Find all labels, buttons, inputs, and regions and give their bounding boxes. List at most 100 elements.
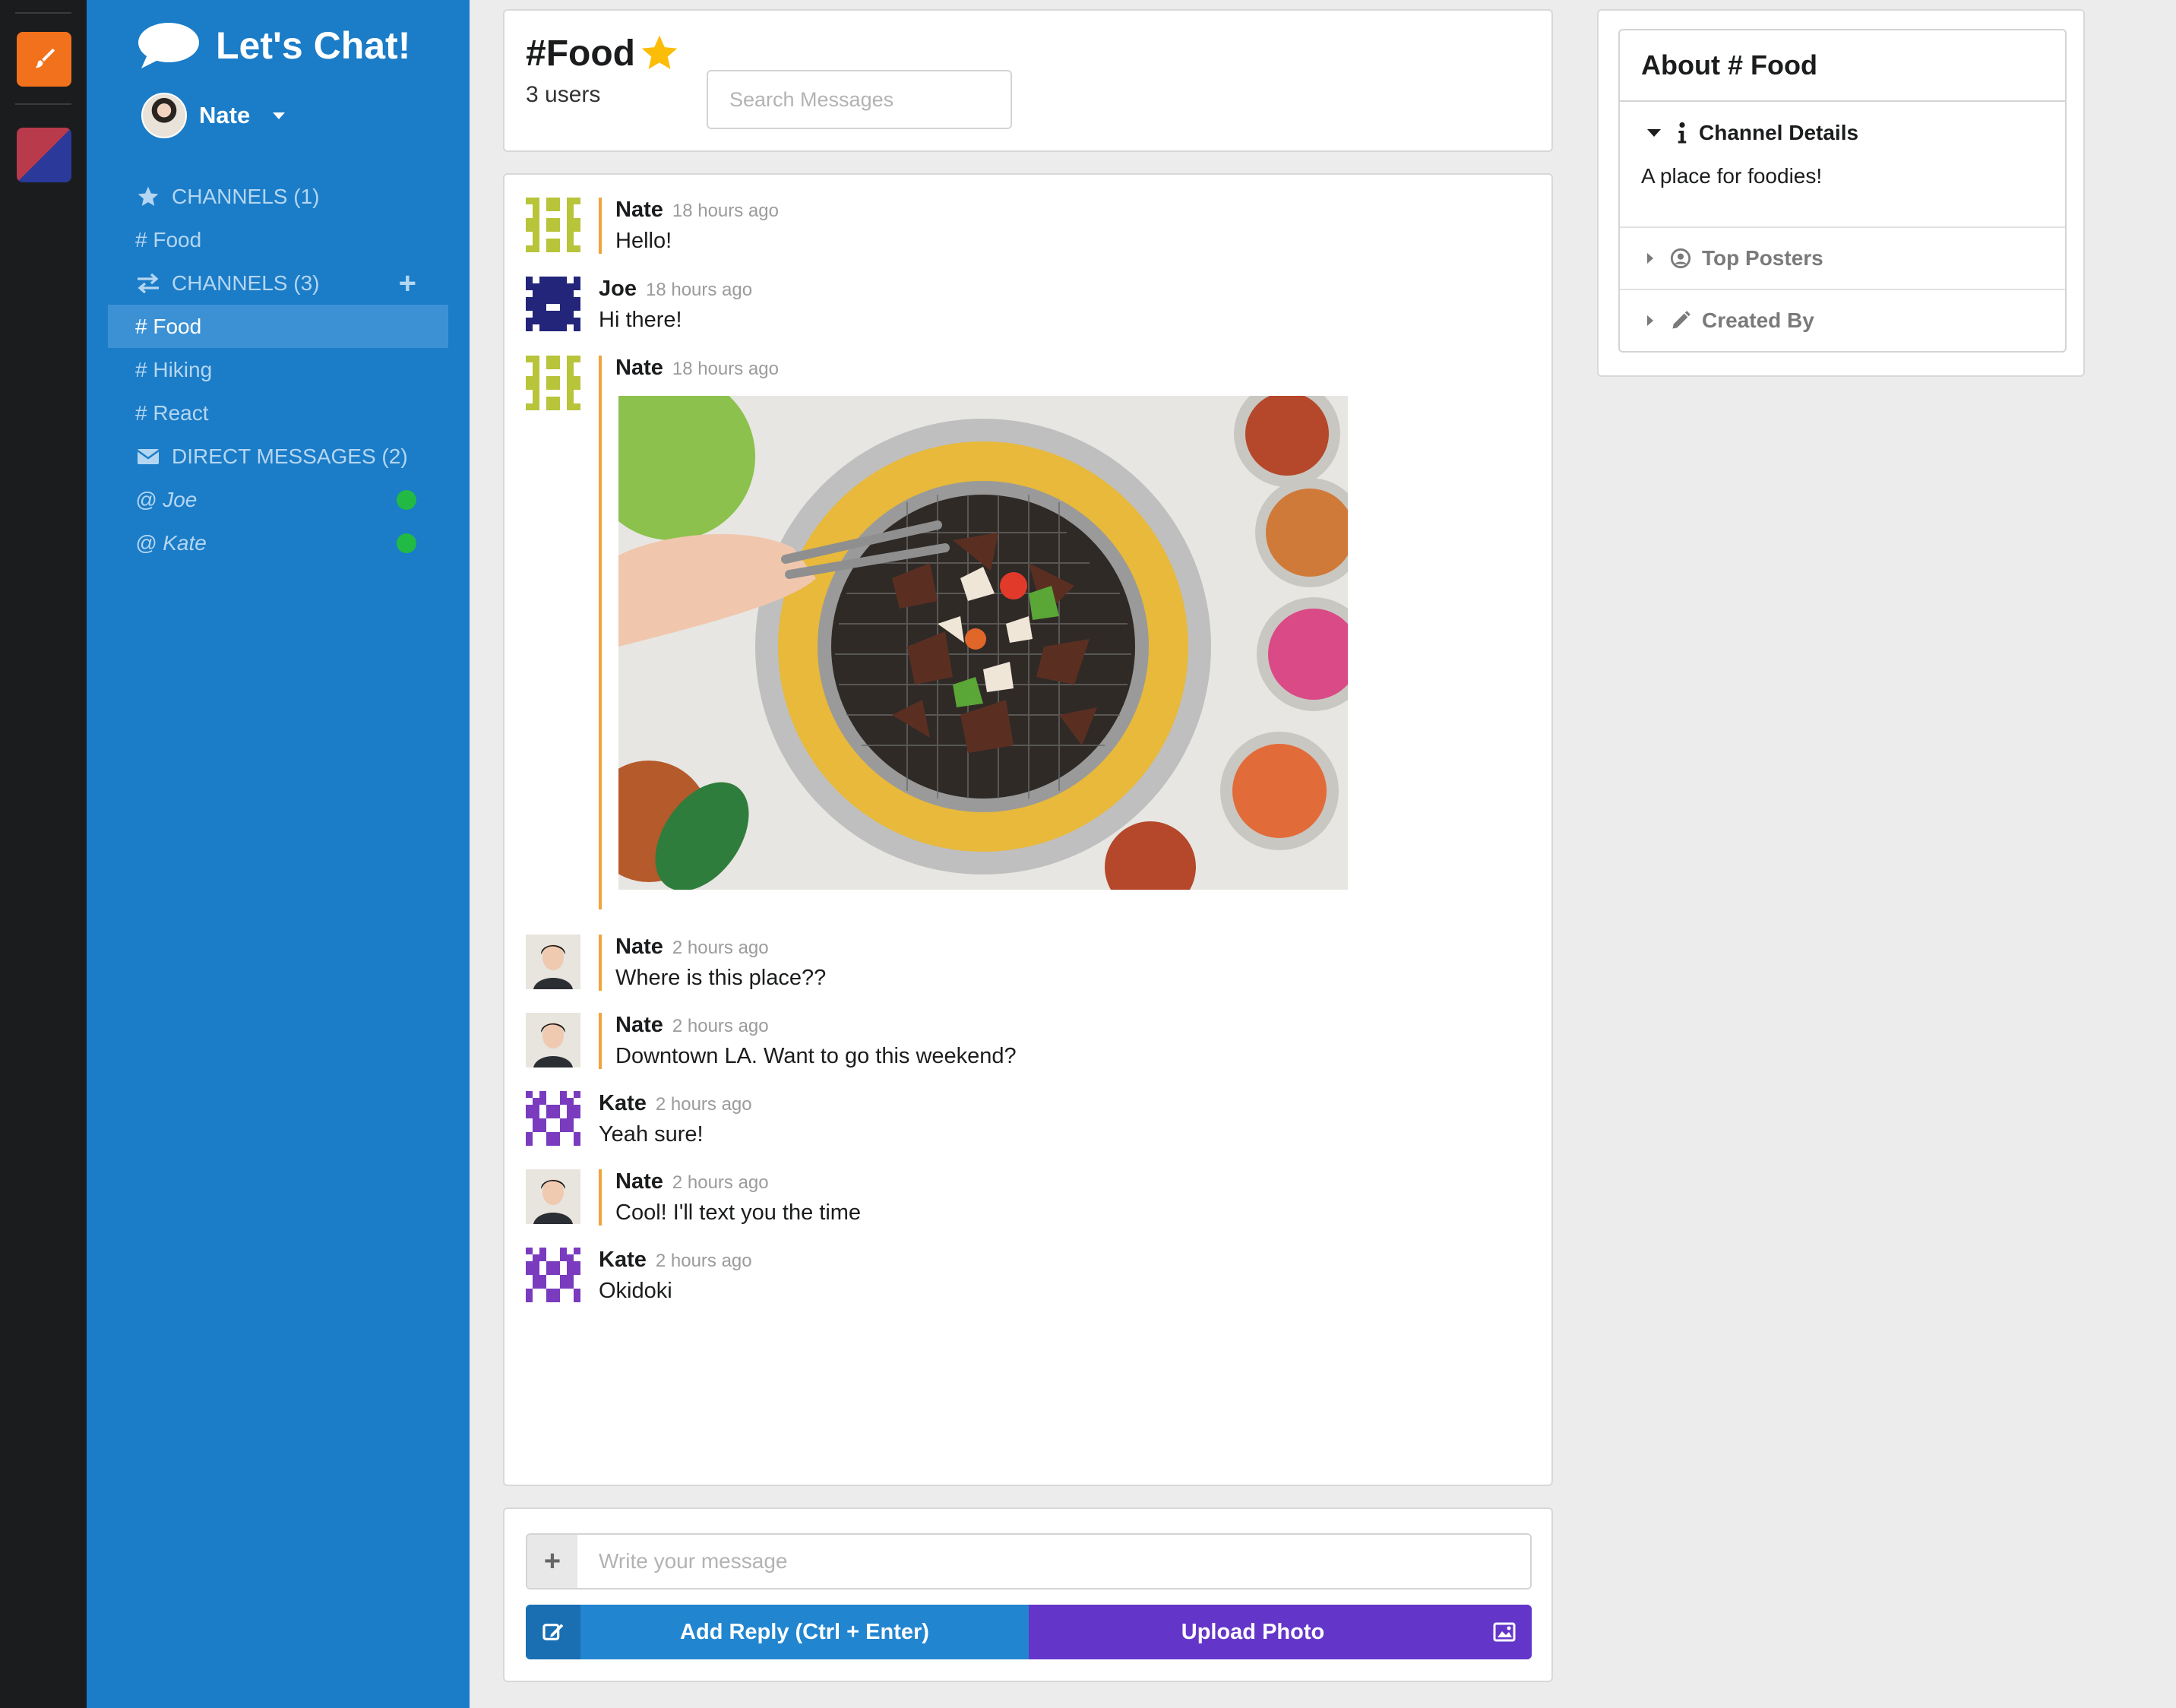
message-author[interactable]: Nate	[615, 198, 663, 223]
message-author[interactable]: Kate	[599, 1248, 647, 1273]
team-switcher-paintbrush[interactable]	[17, 32, 71, 87]
starred-channels-header[interactable]: CHANNELS (1)	[108, 175, 448, 218]
sidebar: Let's Chat! Nate CHANNELS (1) # Food CHA…	[87, 0, 470, 1708]
message-item: Nate 2 hours ago Downtown LA. Want to go…	[526, 1013, 1017, 1069]
channel-header: #Food 3 users	[503, 9, 1553, 152]
channel-details-label: Channel Details	[1699, 121, 1859, 144]
message-body: Nate 2 hours ago Downtown LA. Want to go…	[599, 1013, 1017, 1069]
brand-name: Let's Chat!	[216, 24, 411, 67]
message-body: Nate 2 hours ago Where is this place??	[599, 935, 826, 991]
add-reply-button[interactable]: Add Reply (Ctrl + Enter)	[526, 1605, 1029, 1659]
caret-right-icon	[1647, 253, 1653, 264]
message-time: 2 hours ago	[672, 1016, 769, 1036]
caret-right-icon	[1647, 315, 1653, 326]
channel-title: #Food	[526, 32, 681, 74]
sidebar-item-starred-food[interactable]: # Food	[108, 218, 448, 261]
message-time: 2 hours ago	[655, 1094, 752, 1115]
app-brand: Let's Chat!	[137, 21, 410, 70]
add-reply-label: Add Reply (Ctrl + Enter)	[680, 1619, 929, 1644]
search-input[interactable]	[729, 87, 998, 112]
message-composer: + Add Reply (Ctrl + Enter) Upload Photo	[503, 1507, 1553, 1682]
direct-messages-header[interactable]: DIRECT MESSAGES (2)	[108, 435, 448, 478]
star-icon	[135, 184, 161, 210]
message-text: Downtown LA. Want to go this weekend?	[615, 1044, 1017, 1068]
message-body: Joe 18 hours ago Hi there!	[599, 277, 752, 333]
caret-down-icon	[1647, 129, 1661, 137]
chat-bubble-icon	[138, 23, 199, 68]
chevron-down-icon	[273, 112, 286, 119]
message-body: Kate 2 hours ago Okidoki	[599, 1248, 752, 1304]
message-time: 18 hours ago	[672, 201, 779, 221]
online-status-icon	[397, 489, 416, 510]
sidebar-item-label: # React	[135, 400, 209, 425]
message-author[interactable]: Kate	[599, 1091, 647, 1116]
online-status-icon	[397, 533, 416, 553]
envelope-icon	[135, 444, 161, 470]
top-posters-label: Top Posters	[1702, 246, 1823, 270]
message-text: Okidoki	[599, 1279, 672, 1303]
message-author[interactable]: Nate	[615, 356, 663, 381]
exchange-icon	[135, 270, 161, 296]
channel-name: #Food	[526, 33, 635, 74]
starred-header-label: CHANNELS (1)	[172, 184, 320, 208]
message-body: Kate 2 hours ago Yeah sure!	[599, 1091, 752, 1147]
edit-icon	[526, 1605, 580, 1659]
sidebar-item-dm-joe[interactable]: @ Joe	[108, 478, 448, 521]
attach-plus-button[interactable]: +	[527, 1535, 577, 1588]
avatar	[141, 93, 187, 138]
message-author[interactable]: Nate	[615, 935, 663, 960]
message-time: 2 hours ago	[672, 938, 769, 958]
message-author[interactable]: Joe	[599, 277, 637, 302]
sidebar-nav: CHANNELS (1) # Food CHANNELS (3) + # Foo…	[108, 175, 448, 565]
korean-bbq-grill-photo[interactable]	[618, 396, 1348, 890]
sidebar-item-label: @ Kate	[135, 530, 207, 555]
avatar	[526, 277, 580, 331]
message-item: Kate 2 hours ago Yeah sure!	[526, 1091, 752, 1147]
about-title: About # Food	[1620, 30, 2065, 102]
user-circle-icon	[1670, 248, 1691, 269]
sidebar-item-label: @ Joe	[135, 487, 198, 511]
created-by-toggle[interactable]: Created By	[1620, 289, 2065, 351]
sidebar-item-food[interactable]: # Food	[108, 305, 448, 348]
avatar	[526, 1169, 580, 1224]
avatar	[526, 1091, 580, 1146]
message-author[interactable]: Nate	[615, 1013, 663, 1038]
message-time: 2 hours ago	[672, 1172, 769, 1193]
message-item: Nate 2 hours ago Where is this place??	[526, 935, 826, 991]
message-text: Hi there!	[599, 308, 682, 332]
team-switcher-secondary[interactable]	[17, 128, 71, 182]
sidebar-item-hiking[interactable]: # Hiking	[108, 348, 448, 391]
message-item: Kate 2 hours ago Okidoki	[526, 1248, 752, 1304]
top-posters-toggle[interactable]: Top Posters	[1620, 226, 2065, 289]
user-menu[interactable]: Nate	[141, 93, 286, 138]
avatar	[526, 935, 580, 989]
message-item: Joe 18 hours ago Hi there!	[526, 277, 752, 333]
user-count: 3 users	[526, 82, 601, 107]
avatar	[526, 1248, 580, 1302]
avatar	[526, 198, 580, 252]
message-body: Nate 18 hours ago Hello!	[599, 198, 779, 254]
avatar	[526, 1013, 580, 1068]
message-time: 18 hours ago	[672, 359, 779, 379]
channels-header-label: CHANNELS (3)	[172, 270, 320, 295]
sidebar-item-react[interactable]: # React	[108, 391, 448, 435]
channels-header[interactable]: CHANNELS (3) +	[108, 261, 448, 305]
current-user-name: Nate	[199, 102, 251, 128]
message-list: Nate 18 hours ago Hello! Joe 18 hours ag…	[503, 173, 1553, 1486]
channel-details-toggle[interactable]: Channel Details	[1620, 102, 2065, 164]
message-author[interactable]: Nate	[615, 1169, 663, 1194]
upload-photo-button[interactable]: Upload Photo	[1029, 1605, 1532, 1659]
message-text: Hello!	[615, 229, 672, 253]
add-channel-button[interactable]: +	[399, 268, 416, 299]
team-rail	[0, 0, 87, 1708]
info-icon	[1678, 122, 1687, 144]
sidebar-item-dm-kate[interactable]: @ Kate	[108, 521, 448, 565]
message-time: 18 hours ago	[645, 280, 753, 300]
message-time: 2 hours ago	[655, 1251, 752, 1271]
composer-input-group: +	[526, 1533, 1532, 1589]
message-text: Cool! I'll text you the time	[615, 1200, 862, 1225]
message-input[interactable]	[577, 1535, 1530, 1588]
sidebar-item-label: # Hiking	[135, 357, 213, 381]
star-icon[interactable]	[638, 32, 681, 74]
search-box	[707, 70, 1012, 129]
